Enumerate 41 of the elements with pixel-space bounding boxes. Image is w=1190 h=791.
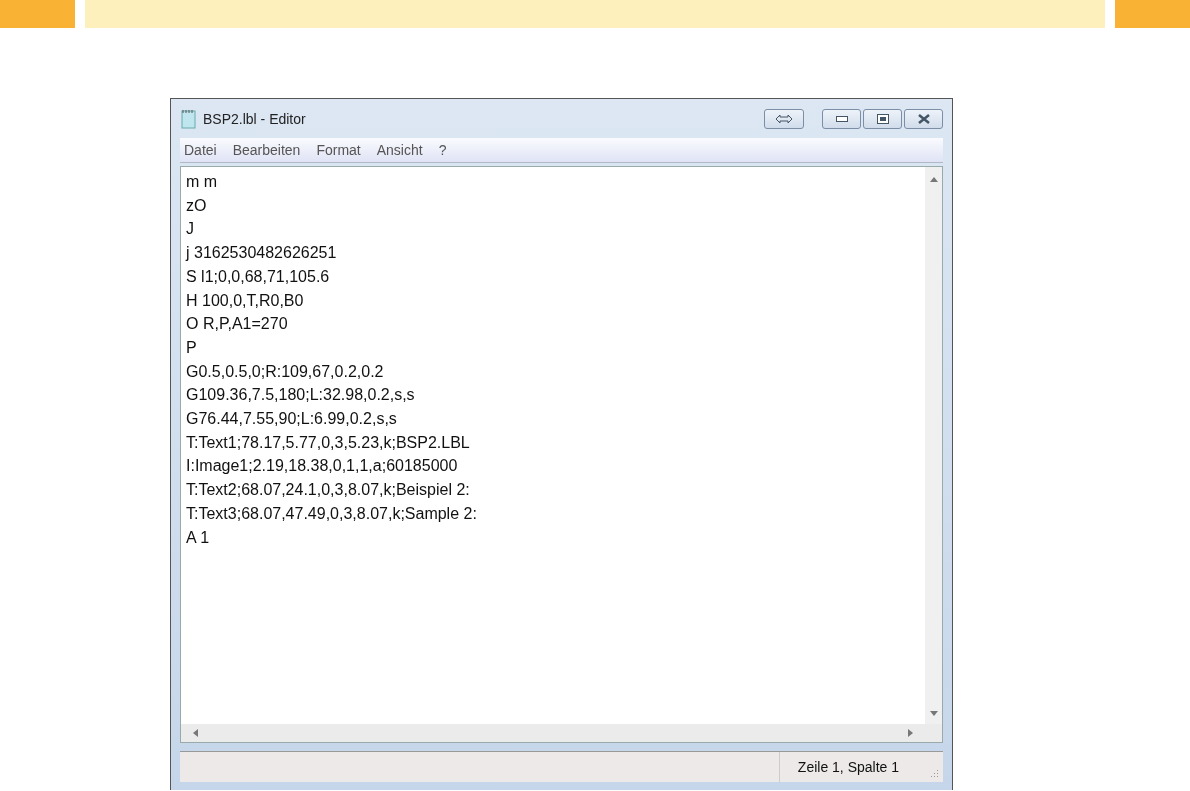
scroll-right-icon: [908, 729, 913, 737]
scrollbar-corner: [925, 724, 942, 742]
menu-item[interactable]: ?: [436, 142, 449, 158]
text-line: m m: [186, 172, 219, 192]
minimize-icon: [835, 115, 848, 122]
text-line: H 100,0,T,R0,B0: [186, 290, 305, 311]
close-icon: [917, 113, 930, 124]
close-button[interactable]: [904, 108, 943, 129]
text-line: S l1;0,0,68,71,105.6: [186, 266, 331, 287]
menu-item[interactable]: Bearbeiten: [230, 142, 303, 158]
scroll-left-icon: [193, 729, 198, 737]
window-title: BSP2.lbl - Editor: [203, 110, 306, 127]
text-line: P: [186, 337, 198, 358]
menu-item[interactable]: Ansicht: [374, 142, 425, 158]
menu-item[interactable]: Format: [314, 142, 363, 158]
resize-button[interactable]: [764, 108, 804, 129]
resize-grip-icon: [929, 768, 939, 778]
text-line: T:Text3;68.07,47.49,0,3,8.07,k;Sample 2:: [186, 503, 478, 524]
text-line: T:Text2;68.07,24.1,0,3,8.07,k;Beispiel 2:: [186, 480, 471, 501]
scroll-up-icon: [929, 177, 938, 182]
text-line: A 1: [186, 527, 211, 548]
cursor-position: Zeile 1, Spalte 1: [778, 752, 929, 782]
text-line: G0.5,0.5,0;R:109,67,0.2,0.2: [186, 361, 385, 382]
text-line: j 3162530482626251: [186, 243, 338, 264]
vertical-scrollbar[interactable]: [925, 167, 942, 724]
text-line: O R,P,A1=270: [186, 314, 289, 335]
minimize-button[interactable]: [822, 108, 861, 129]
double-arrow-icon: [775, 113, 793, 124]
scroll-down-icon: [929, 711, 938, 716]
horizontal-scrollbar[interactable]: [181, 724, 925, 742]
maximize-button[interactable]: [863, 108, 902, 129]
menu-item[interactable]: Datei: [182, 142, 219, 158]
maximize-icon: [876, 113, 889, 124]
text-line: G109.36,7.5,180;L:32.98,0.2,s,s: [186, 385, 416, 406]
notepad-icon: [181, 108, 197, 129]
text-line: T:Text1;78.17,5.77,0,3,5.23,k;BSP2.LBL: [186, 432, 471, 453]
text-line: zO: [186, 195, 208, 216]
text-line: J: [186, 219, 195, 240]
text-line: I:Image1;2.19,18.38,0,1,1,a;60185000: [186, 456, 459, 477]
text-line: G76.44,7.55,90;L:6.99,0.2,s,s: [186, 409, 398, 430]
text-area[interactable]: [180, 166, 943, 743]
